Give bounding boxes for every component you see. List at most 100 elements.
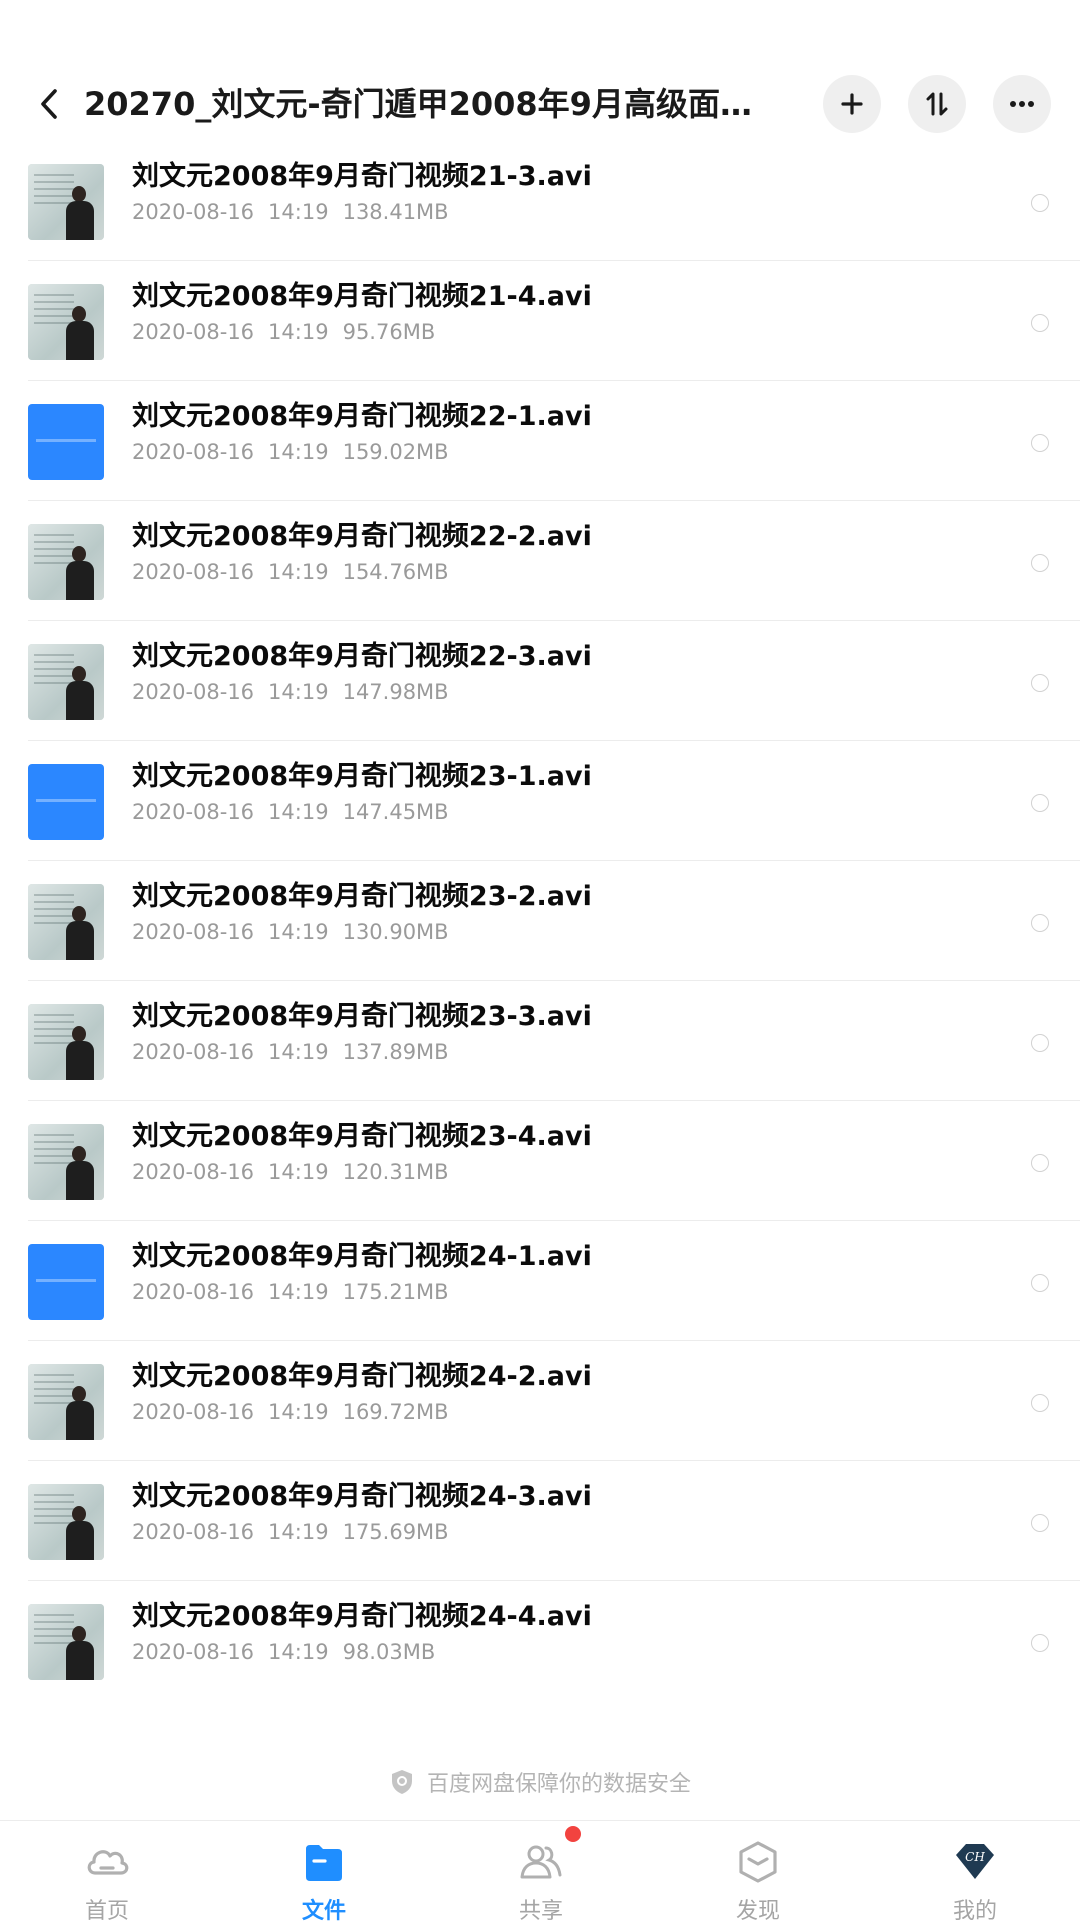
select-checkbox[interactable] xyxy=(1031,1034,1049,1052)
row-divider xyxy=(28,1220,1080,1221)
file-name: 刘文元2008年9月奇门视频23-2.avi xyxy=(132,881,592,912)
file-size: 159.02MB xyxy=(342,440,449,464)
file-row[interactable]: 刘文元2008年9月奇门视频23-1.avi 2020-08-16 14:19 147… xyxy=(0,742,1080,862)
select-checkbox[interactable] xyxy=(1031,194,1049,212)
file-meta: 2020-08-16 14:19 175.21MB xyxy=(132,1277,463,1307)
nav-files[interactable]: 文件 xyxy=(244,1821,404,1924)
file-thumbnail xyxy=(28,404,104,480)
file-thumbnail xyxy=(28,884,104,960)
file-size: 147.45MB xyxy=(342,800,449,824)
select-checkbox[interactable] xyxy=(1031,1154,1049,1172)
file-time: 14:19 xyxy=(268,1640,329,1664)
file-size: 154.76MB xyxy=(342,560,449,584)
file-meta: 2020-08-16 14:19 147.98MB xyxy=(132,677,463,707)
file-row[interactable]: 刘文元2008年9月奇门视频24-2.avi 2020-08-16 14:19 169… xyxy=(0,1342,1080,1462)
row-divider xyxy=(28,1580,1080,1581)
file-date: 2020-08-16 xyxy=(132,680,255,704)
file-row[interactable]: 刘文元2008年9月奇门视频23-3.avi 2020-08-16 14:19 137… xyxy=(0,982,1080,1102)
select-checkbox[interactable] xyxy=(1031,434,1049,452)
nav-home[interactable]: 首页 xyxy=(27,1821,187,1924)
file-row[interactable]: 刘文元2008年9月奇门视频21-3.avi 2020-08-16 14:19 138… xyxy=(0,142,1080,262)
file-size: 98.03MB xyxy=(342,1640,436,1664)
select-checkbox[interactable] xyxy=(1031,554,1049,572)
file-thumbnail xyxy=(28,1484,104,1560)
select-checkbox[interactable] xyxy=(1031,674,1049,692)
file-time: 14:19 xyxy=(268,560,329,584)
file-size: 95.76MB xyxy=(342,320,436,344)
bottom-nav: 首页 文件 共享 发现 CH 我的 xyxy=(0,1820,1080,1924)
nav-discover[interactable]: 发现 xyxy=(678,1821,838,1924)
row-divider xyxy=(28,260,1080,261)
file-row[interactable]: 刘文元2008年9月奇门视频22-1.avi 2020-08-16 14:19 159… xyxy=(0,382,1080,502)
file-name: 刘文元2008年9月奇门视频22-2.avi xyxy=(132,521,592,552)
file-row[interactable]: 刘文元2008年9月奇门视频22-2.avi 2020-08-16 14:19 154… xyxy=(0,502,1080,622)
file-size: 138.41MB xyxy=(342,200,449,224)
back-button[interactable] xyxy=(30,80,70,128)
file-row[interactable]: 刘文元2008年9月奇门视频24-4.avi 2020-08-16 14:19 98.… xyxy=(0,1582,1080,1702)
select-checkbox[interactable] xyxy=(1031,914,1049,932)
file-date: 2020-08-16 xyxy=(132,1280,255,1304)
row-divider xyxy=(28,1340,1080,1341)
file-name: 刘文元2008年9月奇门视频23-3.avi xyxy=(132,1001,592,1032)
row-divider xyxy=(28,620,1080,621)
row-divider xyxy=(28,980,1080,981)
file-row[interactable]: 刘文元2008年9月奇门视频23-4.avi 2020-08-16 14:19 120… xyxy=(0,1102,1080,1222)
nav-me[interactable]: CH 我的 xyxy=(895,1821,1055,1924)
row-divider xyxy=(28,380,1080,381)
file-name: 刘文元2008年9月奇门视频22-3.avi xyxy=(132,641,592,672)
select-checkbox[interactable] xyxy=(1031,1274,1049,1292)
folder-title: 20270_刘文元-奇门遁甲2008年9月高级面授班... xyxy=(84,85,774,123)
file-thumbnail xyxy=(28,1004,104,1080)
file-thumbnail xyxy=(28,1124,104,1200)
file-date: 2020-08-16 xyxy=(132,920,255,944)
select-checkbox[interactable] xyxy=(1031,1634,1049,1652)
file-date: 2020-08-16 xyxy=(132,560,255,584)
file-thumbnail xyxy=(28,644,104,720)
file-name: 刘文元2008年9月奇门视频23-1.avi xyxy=(132,761,592,792)
file-size: 147.98MB xyxy=(342,680,449,704)
file-name: 刘文元2008年9月奇门视频21-4.avi xyxy=(132,281,592,312)
select-checkbox[interactable] xyxy=(1031,314,1049,332)
file-row[interactable]: 刘文元2008年9月奇门视频21-4.avi 2020-08-16 14:19 95.… xyxy=(0,262,1080,382)
nav-label: 首页 xyxy=(84,1899,129,1924)
file-date: 2020-08-16 xyxy=(132,800,255,824)
file-name: 刘文元2008年9月奇门视频24-3.avi xyxy=(132,1481,592,1512)
file-date: 2020-08-16 xyxy=(132,1400,255,1424)
more-button[interactable] xyxy=(993,75,1051,133)
nav-label: 文件 xyxy=(301,1899,346,1924)
select-checkbox[interactable] xyxy=(1031,1394,1049,1412)
file-name: 刘文元2008年9月奇门视频24-4.avi xyxy=(132,1601,592,1632)
row-divider xyxy=(28,500,1080,501)
file-date: 2020-08-16 xyxy=(132,1160,255,1184)
file-name: 刘文元2008年9月奇门视频24-2.avi xyxy=(132,1361,592,1392)
file-meta: 2020-08-16 14:19 137.89MB xyxy=(132,1037,463,1067)
row-divider xyxy=(28,1460,1080,1461)
file-name: 刘文元2008年9月奇门视频24-1.avi xyxy=(132,1241,592,1272)
file-thumbnail xyxy=(28,284,104,360)
file-size: 120.31MB xyxy=(342,1160,449,1184)
select-checkbox[interactable] xyxy=(1031,1514,1049,1532)
people-icon xyxy=(520,1845,562,1879)
nav-share[interactable]: 共享 xyxy=(461,1821,621,1924)
file-row[interactable]: 刘文元2008年9月奇门视频23-2.avi 2020-08-16 14:19 130… xyxy=(0,862,1080,982)
file-thumbnail xyxy=(28,1604,104,1680)
file-thumbnail xyxy=(28,164,104,240)
file-meta: 2020-08-16 14:19 175.69MB xyxy=(132,1517,463,1547)
file-meta: 2020-08-16 14:19 154.76MB xyxy=(132,557,463,587)
notification-badge xyxy=(565,1826,581,1842)
file-row[interactable]: 刘文元2008年9月奇门视频22-3.avi 2020-08-16 14:19 147… xyxy=(0,622,1080,742)
nav-label: 发现 xyxy=(735,1899,780,1924)
file-row[interactable]: 刘文元2008年9月奇门视频24-3.avi 2020-08-16 14:19 175… xyxy=(0,1462,1080,1582)
file-time: 14:19 xyxy=(268,1400,329,1424)
file-time: 14:19 xyxy=(268,1280,329,1304)
file-date: 2020-08-16 xyxy=(132,200,255,224)
row-divider xyxy=(28,1100,1080,1101)
select-checkbox[interactable] xyxy=(1031,794,1049,812)
row-divider xyxy=(28,860,1080,861)
sort-button[interactable] xyxy=(908,75,966,133)
shield-icon xyxy=(391,1770,412,1794)
file-row[interactable]: 刘文元2008年9月奇门视频24-1.avi 2020-08-16 14:19 175… xyxy=(0,1222,1080,1342)
hexagon-icon xyxy=(739,1841,777,1883)
add-button[interactable] xyxy=(823,75,881,133)
cloud-icon xyxy=(87,1850,129,1875)
